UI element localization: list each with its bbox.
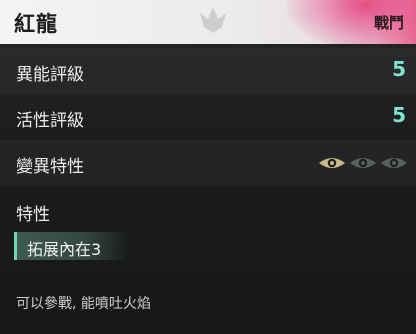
stat-label: 變異特性 xyxy=(16,157,84,177)
trait-chip-label: 拓展內在3 xyxy=(27,240,102,259)
stat-value: 5 xyxy=(392,103,406,127)
dragon-wing-emblem-icon xyxy=(200,7,226,33)
eye-icon-active xyxy=(319,158,345,168)
card-header: 紅龍 戰鬥 xyxy=(0,0,416,44)
creature-info-card: 紅龍 戰鬥 異能評級 5 活性評級 5 變異特性 特性 拓展內在3 可以參戰, … xyxy=(0,0,416,334)
eye-icon-inactive xyxy=(350,158,376,168)
mutation-eye-rating xyxy=(318,155,408,171)
stat-row-ability-rating: 異能評級 5 xyxy=(0,48,416,94)
creature-type-badge: 戰鬥 xyxy=(373,14,404,32)
traits-heading: 特性 xyxy=(16,205,50,225)
stat-value: 5 xyxy=(392,57,406,81)
trait-chip[interactable]: 拓展內在3 xyxy=(14,232,129,260)
stat-row-mutation-trait: 變異特性 xyxy=(0,140,416,186)
eye-icon-inactive xyxy=(381,158,407,168)
stat-label: 異能評級 xyxy=(16,65,84,85)
stat-label: 活性評級 xyxy=(16,111,84,131)
creature-description: 可以參戰, 能噴吐火焰 xyxy=(16,296,151,312)
stat-row-activity-rating: 活性評級 5 xyxy=(0,94,416,140)
creature-name: 紅龍 xyxy=(14,12,58,36)
